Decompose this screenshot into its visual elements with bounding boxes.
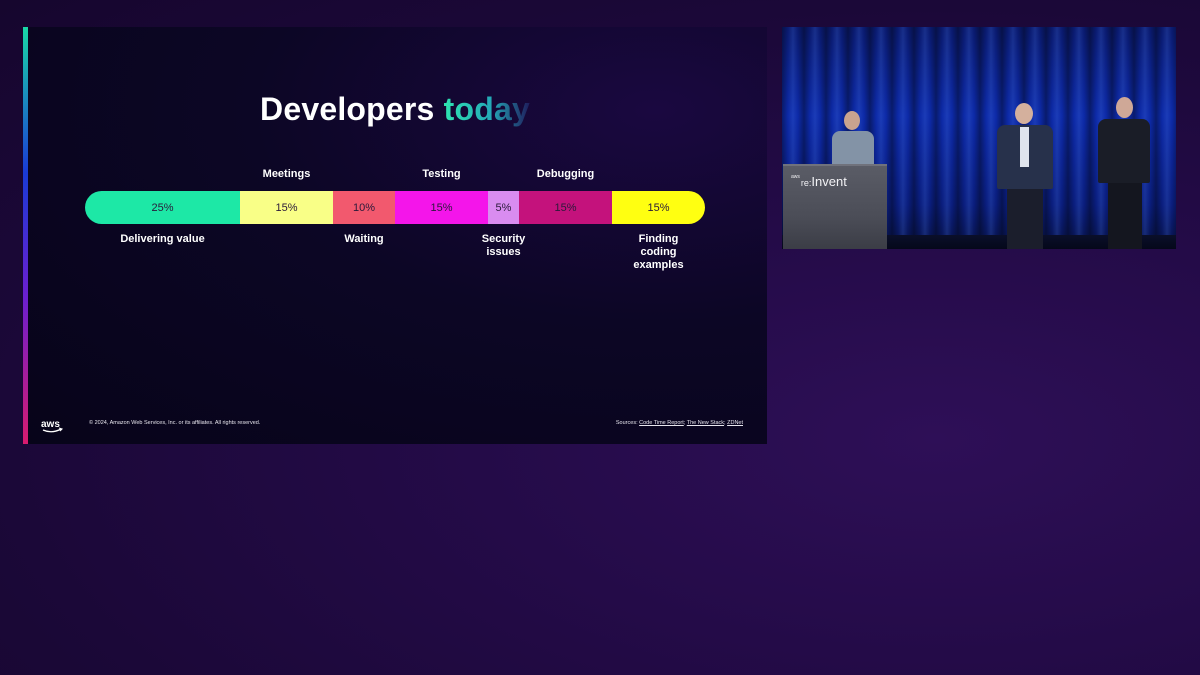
reinvent-logo: awsre:Invent	[791, 174, 847, 189]
bar-segment: 25%	[85, 191, 240, 224]
slide-footer: aws © 2024, Amazon Web Services, Inc. or…	[23, 413, 767, 437]
bar-segment: 5%	[488, 191, 519, 224]
bar-segment: 15%	[612, 191, 705, 224]
presentation-slide: Developers today 25% 15% 10% 15% 5% 15% 15% De…	[23, 27, 767, 444]
source-link-the-new-stack[interactable]: The New Stack	[687, 420, 724, 426]
bar-segment: 10%	[333, 191, 395, 224]
aws-logo-icon: aws	[41, 419, 64, 433]
bar-segment: 15%	[519, 191, 612, 224]
source-link-zdnet[interactable]: ZDNet	[727, 420, 743, 426]
category-label: Waiting	[344, 233, 384, 245]
slide-title-main: Developers	[260, 91, 435, 127]
category-label: Security issues	[481, 233, 526, 258]
bar-segment: 15%	[240, 191, 333, 224]
category-label: Delivering value	[120, 233, 205, 245]
copyright-text: © 2024, Amazon Web Services, Inc. or its…	[89, 420, 261, 426]
slide-title-accent: today	[443, 91, 530, 127]
stacked-time-bar: 25% 15% 10% 15% 5% 15% 15%	[85, 191, 705, 224]
aws-logo-text: aws	[41, 419, 60, 430]
sources: Sources: Code Time Report; The New Stack…	[615, 420, 743, 426]
sources-label: Sources:	[615, 420, 638, 426]
bar-segment: 15%	[395, 191, 488, 224]
category-label: Debugging	[536, 168, 595, 180]
category-label: Meetings	[262, 168, 311, 180]
category-label: Testing	[422, 168, 461, 180]
source-link-code-time-report[interactable]: Code Time Report	[639, 420, 684, 426]
slide-accent-stripe	[23, 27, 28, 444]
speaker-video-feed: awsre:Invent	[782, 27, 1176, 249]
category-label: Finding coding examples	[633, 233, 684, 271]
slide-title: Developers today	[23, 91, 767, 128]
podium: awsre:Invent	[783, 164, 887, 249]
